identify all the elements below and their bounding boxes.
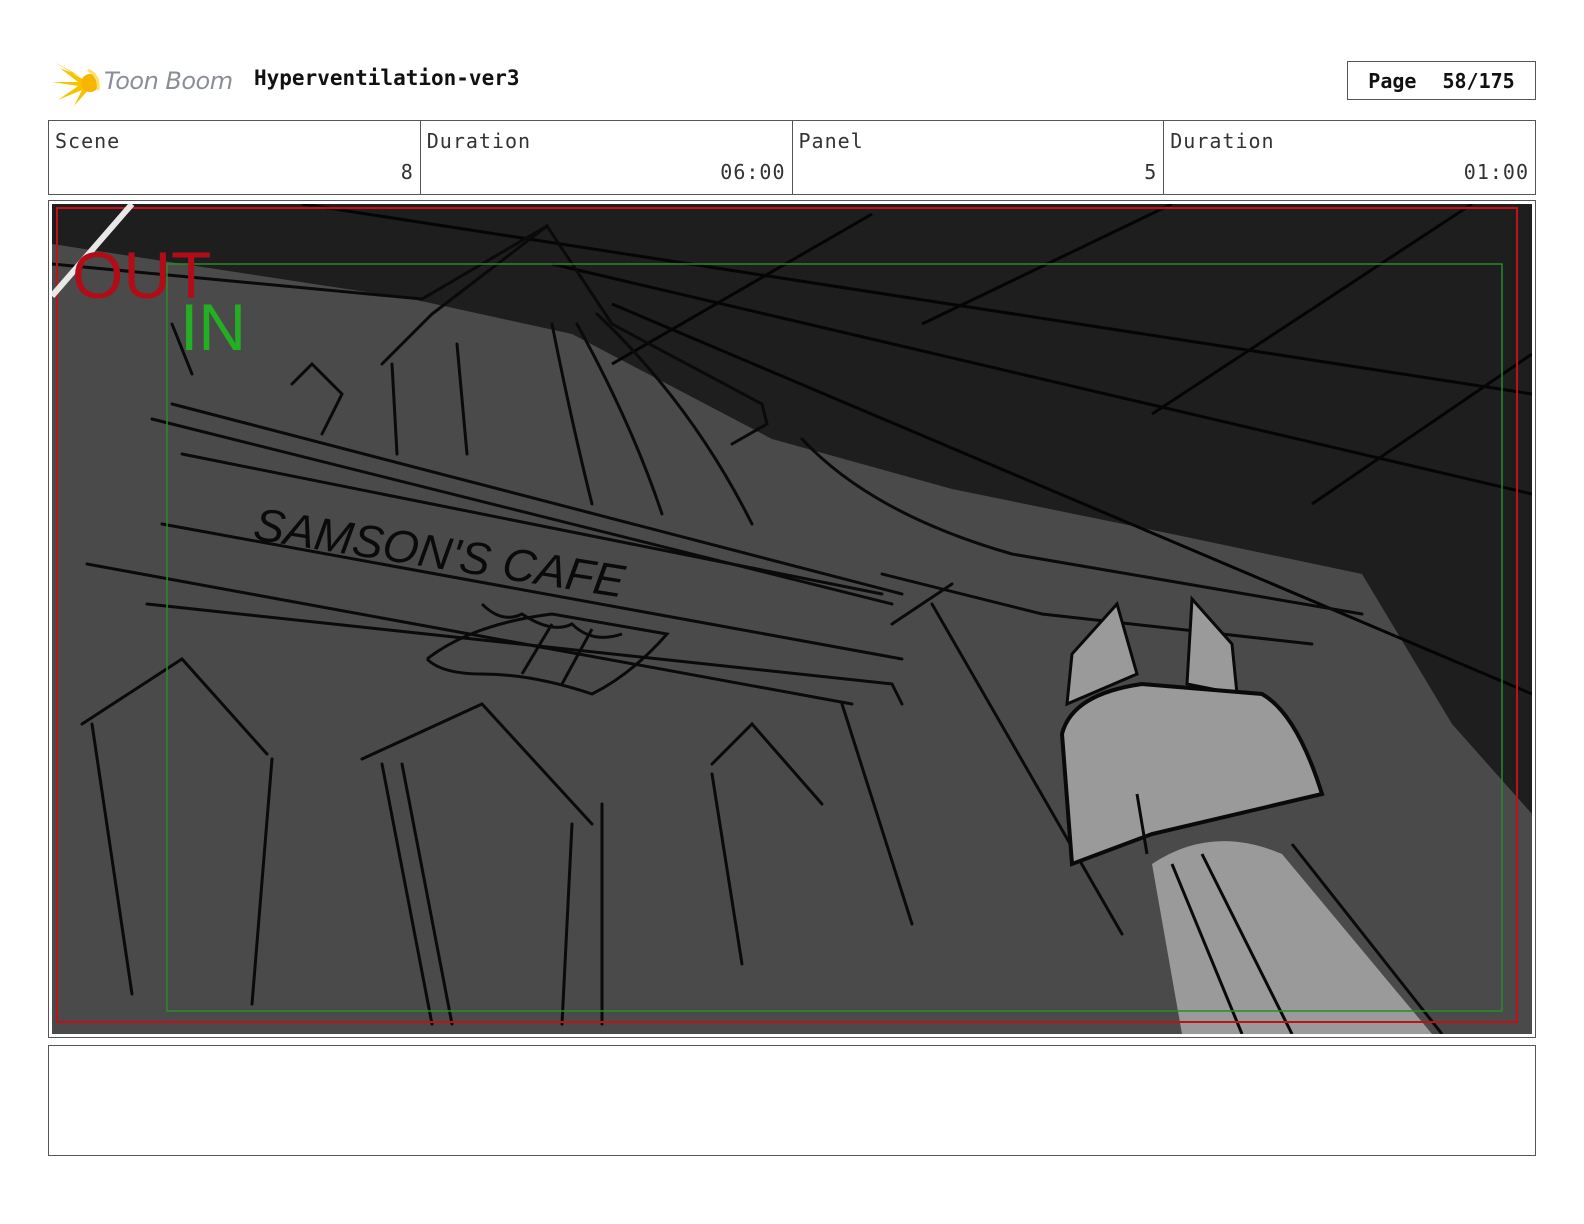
scene-value: 8 [400,160,414,184]
page-value: 58/175 [1442,68,1515,93]
logo-text: Toon Boom [104,67,233,95]
panel-notes-box [48,1045,1536,1156]
panel-duration-label: Duration [1170,129,1275,153]
panel-duration-cell: Duration 01:00 [1164,121,1535,194]
scene-duration-cell: Duration 06:00 [421,121,793,194]
toon-boom-logo-icon [52,62,100,106]
project-title: Hyperventilation-ver3 [254,66,520,90]
scene-info-table: Scene 8 Duration 06:00 Panel 5 Duration … [48,120,1536,195]
scene-duration-label: Duration [426,129,532,153]
scene-label: Scene [55,129,121,153]
scene-duration-value: 06:00 [720,160,786,184]
page-indicator: Page 58/175 [1347,61,1536,100]
panel-cell: Panel 5 [793,121,1165,194]
page-label: Page [1368,68,1417,93]
storyboard-sketch: SAMSON'S CAFE OUT IN [52,204,1532,1034]
storyboard-panel-image: SAMSON'S CAFE OUT IN [52,204,1532,1034]
in-label: IN [180,290,246,364]
scene-cell: Scene 8 [49,121,421,194]
toon-boom-logo: Toon Boom [50,56,240,108]
panel-duration-value: 01:00 [1463,160,1529,184]
panel-value: 5 [1144,160,1158,184]
panel-label: Panel [798,129,864,153]
